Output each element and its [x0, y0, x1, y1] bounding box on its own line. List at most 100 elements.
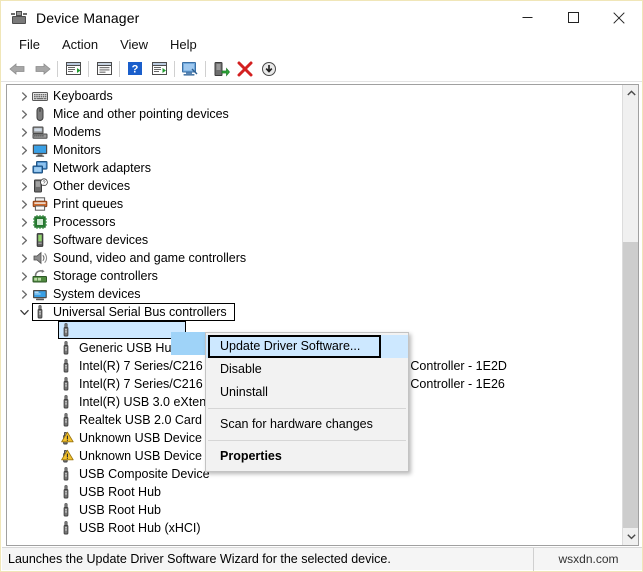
tree-row[interactable]: Print queues [7, 195, 623, 213]
tree-row[interactable]: USB Root Hub [7, 483, 623, 501]
chevron-right-icon[interactable] [16, 213, 32, 231]
context-menu-item[interactable]: Scan for hardware changes [206, 413, 408, 436]
menu-file[interactable]: File [8, 35, 51, 55]
menu-view[interactable]: View [109, 35, 159, 55]
device-tree-pane[interactable]: Keyboards Mice and other pointing device… [6, 84, 639, 546]
tree-row[interactable]: Modems [7, 123, 623, 141]
selected-row-highlight [171, 332, 209, 355]
watermark-text: wsxdn.com [533, 547, 642, 571]
tree-row[interactable]: Universal Serial Bus controllers [7, 303, 623, 321]
close-button[interactable] [596, 1, 642, 34]
menu-help[interactable]: Help [159, 35, 208, 55]
chevron-right-icon[interactable] [16, 87, 32, 105]
tree-row-label: Network adapters [53, 161, 151, 175]
chevron-right-icon[interactable] [16, 195, 32, 213]
chevron-right-icon[interactable] [16, 231, 32, 249]
tree-row-label: Modems [53, 125, 101, 139]
maximize-button[interactable] [550, 1, 596, 34]
storage-controller-icon [32, 268, 48, 284]
disable-device-icon[interactable] [257, 58, 281, 80]
properties-icon[interactable] [92, 58, 116, 80]
usb-icon [58, 394, 74, 410]
toolbar-separator [57, 60, 58, 77]
modem-icon [32, 124, 48, 140]
menu-separator [208, 408, 406, 409]
menu-bar: File Action View Help [1, 34, 642, 56]
usb-icon [58, 376, 74, 392]
tree-row-label: Keyboards [53, 89, 113, 103]
context-menu-item[interactable]: Disable [206, 358, 408, 381]
chevron-right-icon[interactable] [16, 249, 32, 267]
tree-row-label: USB Root Hub [79, 503, 161, 517]
chevron-right-icon[interactable] [16, 159, 32, 177]
tree-row[interactable]: Sound, video and game controllers [7, 249, 623, 267]
context-menu-item[interactable]: Uninstall [206, 381, 408, 404]
device-tree[interactable]: Keyboards Mice and other pointing device… [7, 85, 623, 545]
chevron-right-icon[interactable] [16, 105, 32, 123]
vertical-scrollbar[interactable] [622, 85, 638, 545]
chevron-right-icon[interactable] [16, 123, 32, 141]
tree-row-label: USB Composite Device [79, 467, 210, 481]
tree-row-label: Unknown USB Device [79, 431, 202, 445]
forward-icon[interactable] [30, 58, 54, 80]
usb-icon [58, 358, 74, 374]
enable-device-icon[interactable] [209, 58, 233, 80]
context-menu-item[interactable]: Update Driver Software... [206, 335, 408, 358]
processor-icon [32, 214, 48, 230]
mouse-icon [32, 106, 48, 122]
context-menu-item[interactable]: Properties [206, 445, 408, 468]
update-driver-icon[interactable] [147, 58, 171, 80]
help-icon[interactable]: ? [123, 58, 147, 80]
toolbar-separator [119, 60, 120, 77]
scrollbar-thumb[interactable] [623, 242, 638, 528]
scroll-down-button[interactable] [623, 528, 638, 545]
row-focus-rect [58, 321, 187, 339]
chevron-right-icon[interactable] [16, 285, 32, 303]
menu-action[interactable]: Action [51, 35, 109, 55]
chevron-right-icon[interactable] [16, 267, 32, 285]
context-menu[interactable]: Update Driver Software... Disable Uninstal… [205, 332, 409, 472]
status-text: Launches the Update Driver Software Wiza… [8, 552, 391, 566]
tree-row-label: Monitors [53, 143, 101, 157]
tree-row[interactable]: Monitors [7, 141, 623, 159]
printer-icon [32, 196, 48, 212]
tree-row[interactable]: USB Root Hub [7, 501, 623, 519]
tree-row[interactable]: Keyboards [7, 87, 623, 105]
tree-row-label: Generic USB Hub [79, 341, 179, 355]
tree-row[interactable]: USB Root Hub (xHCI) [7, 519, 623, 537]
uninstall-device-icon[interactable] [233, 58, 257, 80]
context-menu-list: Update Driver Software... Disable Uninstal… [206, 335, 408, 468]
tree-row[interactable]: ? Other devices [7, 177, 623, 195]
scan-hardware-changes-icon[interactable] [178, 58, 202, 80]
toolbar-separator [205, 60, 206, 77]
show-hidden-devices-icon[interactable] [61, 58, 85, 80]
svg-text:?: ? [43, 180, 46, 186]
tree-row[interactable]: Software devices [7, 231, 623, 249]
minimize-button[interactable] [504, 1, 550, 34]
warning-usb-icon [58, 448, 74, 464]
tree-row[interactable]: Mice and other pointing devices [7, 105, 623, 123]
chevron-down-icon[interactable] [16, 303, 32, 321]
tree-row[interactable]: Network adapters [7, 159, 623, 177]
tree-row[interactable]: Processors [7, 213, 623, 231]
status-bar: Launches the Update Driver Software Wiza… [2, 547, 642, 571]
tree-row[interactable]: Storage controllers [7, 267, 623, 285]
tree-row-label: USB Root Hub [79, 485, 161, 499]
chevron-right-icon[interactable] [16, 141, 32, 159]
software-device-icon [32, 232, 48, 248]
back-icon[interactable] [6, 58, 30, 80]
scroll-up-button[interactable] [623, 85, 638, 102]
menu-separator [208, 440, 406, 441]
device-manager-icon [11, 10, 27, 26]
chevron-right-icon[interactable] [16, 177, 32, 195]
tree-row[interactable]: System devices [7, 285, 623, 303]
usb-icon [58, 340, 74, 356]
